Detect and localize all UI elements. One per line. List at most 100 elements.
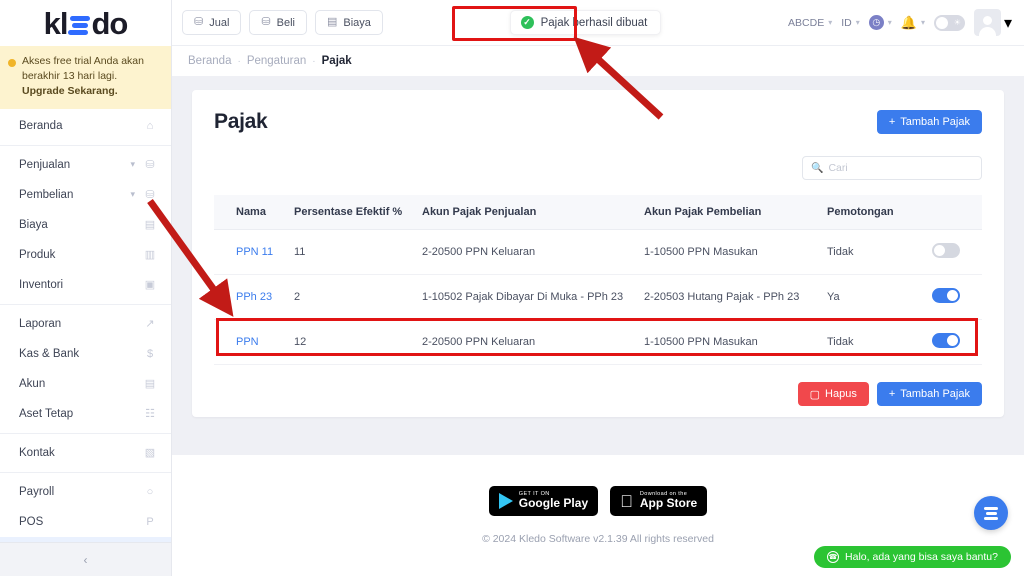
- sidebar-item-pengaturan[interactable]: Pengaturan ⚙: [0, 536, 171, 542]
- column-header-akun-penjualan[interactable]: Akun Pajak Penjualan: [414, 195, 636, 230]
- sidebar-item-akun[interactable]: Akun ▤: [0, 369, 171, 399]
- quick-button-jual[interactable]: ⛁ Jual: [182, 10, 242, 35]
- search-input[interactable]: [828, 162, 973, 174]
- quick-button-beli[interactable]: ⛁ Beli: [249, 10, 307, 35]
- sidebar-item-laporan[interactable]: Laporan ↗: [0, 309, 171, 339]
- plus-icon: +: [888, 388, 896, 400]
- add-tax-button-top[interactable]: + Tambah Pajak: [876, 110, 982, 134]
- breadcrumb-item-beranda[interactable]: Beranda: [188, 55, 231, 67]
- app-logo[interactable]: kl do: [0, 0, 171, 46]
- status-toggle[interactable]: [932, 333, 960, 348]
- chevron-down-icon: ▾: [887, 18, 892, 27]
- avatar-body-icon: [978, 27, 996, 36]
- whatsapp-label: Halo, ada yang bisa saya bantu?: [845, 551, 998, 563]
- tax-link[interactable]: PPh 23: [236, 291, 272, 303]
- toast-area: ✓ Pajak berhasil dibuat: [383, 10, 788, 35]
- sidebar-item-aset-tetap[interactable]: Aset Tetap ☷: [0, 399, 171, 429]
- column-header-nama[interactable]: Nama: [214, 195, 286, 230]
- column-header-actions: [924, 195, 982, 230]
- sidebar: kl do Akses free trial Anda akan berakhi…: [0, 0, 172, 576]
- sidebar-item-produk[interactable]: Produk ▥: [0, 240, 171, 270]
- search-box[interactable]: 🔍: [802, 156, 982, 180]
- sidebar-item-penjualan[interactable]: Penjualan ▾ ⛁: [0, 150, 171, 180]
- trial-upgrade-link[interactable]: Upgrade Sekarang.: [22, 85, 118, 97]
- recent-activity-menu[interactable]: ◷ ▾: [868, 15, 892, 30]
- sidebar-item-inventori[interactable]: Inventori ▣: [0, 270, 171, 300]
- payroll-icon: ○: [146, 485, 154, 498]
- tax-table: Nama Persentase Efektif % Akun Pajak Pen…: [214, 195, 982, 365]
- breadcrumb-item-pengaturan[interactable]: Pengaturan: [247, 55, 306, 67]
- chevron-down-icon: ▾: [828, 18, 833, 27]
- chevron-down-icon: ▾: [1003, 14, 1012, 32]
- sidebar-item-payroll[interactable]: Payroll ○: [0, 477, 171, 507]
- sidebar-item-label: Produk: [19, 248, 56, 261]
- chevron-down-icon: ▾: [920, 18, 925, 27]
- table-row[interactable]: PPN 11 11 2-20500 PPN Keluaran 1-10500 P…: [214, 229, 982, 275]
- tax-link[interactable]: PPN: [236, 336, 259, 348]
- delete-button[interactable]: ▢ Hapus: [797, 382, 869, 406]
- sidebar-item-label: Beranda: [19, 119, 63, 132]
- sidebar-item-label: Payroll: [19, 485, 55, 498]
- sidebar-item-label: Aset Tetap: [19, 407, 74, 420]
- user-menu[interactable]: ▾: [973, 9, 1012, 36]
- sidebar-item-pos[interactable]: POS P: [0, 507, 171, 537]
- theme-toggle[interactable]: ☀: [933, 14, 965, 31]
- sidebar-item-label: POS: [19, 515, 44, 528]
- sidebar-collapse-button[interactable]: ‹: [0, 542, 171, 576]
- sidebar-item-label: Kas & Bank: [19, 347, 80, 360]
- avatar: [973, 9, 1001, 36]
- quick-button-biaya[interactable]: ▤ Biaya: [314, 10, 383, 35]
- app-store-bottom-label: App Store: [633, 496, 697, 511]
- card-icon: ▤: [144, 219, 156, 232]
- sidebar-item-label: Akun: [19, 377, 46, 390]
- status-toggle[interactable]: [932, 288, 960, 303]
- whatsapp-button[interactable]: ☎ Halo, ada yang bisa saya bantu?: [814, 546, 1011, 568]
- cell-persentase: 12: [286, 319, 414, 365]
- status-toggle[interactable]: [932, 243, 960, 258]
- bell-icon: 🔔: [900, 14, 917, 30]
- logo-text-left: kl: [43, 6, 69, 41]
- add-tax-button-bottom[interactable]: + Tambah Pajak: [876, 382, 982, 406]
- sidebar-item-biaya[interactable]: Biaya ▤: [0, 210, 171, 240]
- home-icon: ⌂: [146, 119, 154, 132]
- trial-banner: Akses free trial Anda akan berakhir 13 h…: [0, 46, 171, 109]
- cell-akun-pembelian: 2-20503 Hutang Pajak - PPh 23: [636, 274, 819, 320]
- sidebar-item-label: Pembelian: [19, 188, 74, 201]
- sidebar-item-kas-bank[interactable]: Kas & Bank $: [0, 339, 171, 369]
- sidebar-nav: Beranda ⌂ Penjualan ▾ ⛁ Pembelian ▾ ⛁ Bi…: [0, 109, 171, 542]
- dollar-icon: $: [146, 347, 154, 360]
- breadcrumb: Beranda · Pengaturan · Pajak: [172, 46, 1024, 76]
- trial-notice-line2: 13 hari lagi.: [62, 70, 118, 83]
- sidebar-item-label: Biaya: [19, 218, 48, 231]
- notifications-menu[interactable]: 🔔 ▾: [901, 15, 925, 31]
- cell-persentase: 11: [286, 229, 414, 275]
- chevron-down-icon: ▾: [130, 189, 135, 200]
- language-selector[interactable]: ID ▾: [841, 17, 860, 29]
- sidebar-item-kontak[interactable]: Kontak ▧: [0, 438, 171, 468]
- app-store-button[interactable]:  Download on the App Store: [610, 486, 708, 516]
- column-header-pemotongan[interactable]: Pemotongan: [819, 195, 924, 230]
- column-header-akun-pembelian[interactable]: Akun Pajak Pembelian: [636, 195, 819, 230]
- table-row[interactable]: PPh 23 2 1-10502 Pajak Dibayar Di Muka -…: [214, 274, 982, 320]
- sidebar-item-pembelian[interactable]: Pembelian ▾ ⛁: [0, 180, 171, 210]
- google-play-button[interactable]: GET IT ON Google Play: [488, 486, 599, 516]
- breadcrumb-item-pajak: Pajak: [321, 55, 352, 67]
- google-play-icon: [498, 493, 513, 509]
- search-icon: 🔍: [811, 162, 824, 174]
- column-header-persentase[interactable]: Persentase Efektif %: [286, 195, 414, 230]
- sun-icon: ☀: [953, 17, 961, 27]
- sidebar-item-beranda[interactable]: Beranda ⌂: [0, 111, 171, 141]
- add-tax-button-label: Tambah Pajak: [900, 388, 970, 400]
- quick-button-label: Jual: [209, 16, 230, 29]
- tax-link[interactable]: PPN 11: [236, 246, 273, 258]
- chart-icon: ↗: [145, 318, 155, 331]
- divider: [0, 303, 171, 305]
- table-body: PPN 11 11 2-20500 PPN Keluaran 1-10500 P…: [214, 229, 982, 365]
- table-row[interactable]: PPN 12 2-20500 PPN Keluaran 1-10500 PPN …: [214, 319, 982, 365]
- trash-icon: ▢: [809, 388, 821, 401]
- company-selector[interactable]: ABCDE ▾: [788, 17, 832, 29]
- chevron-left-icon: ‹: [83, 552, 88, 567]
- google-play-bottom-label: Google Play: [518, 496, 589, 511]
- help-chat-fab[interactable]: [974, 496, 1008, 530]
- basket-icon: ⛁: [194, 16, 204, 28]
